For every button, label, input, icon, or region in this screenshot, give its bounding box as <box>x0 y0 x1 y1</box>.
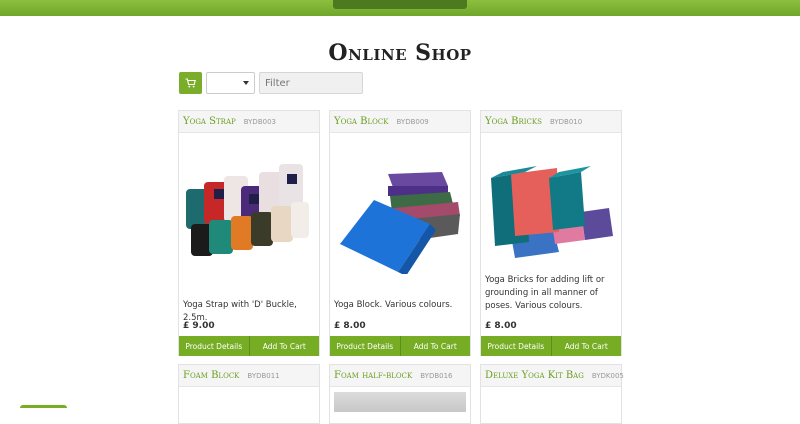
product-details-button[interactable]: Product Details <box>330 336 401 356</box>
product-code: BYDB010 <box>549 117 583 126</box>
product-card-foam-half-block: Foam half-block BYDB016 <box>329 364 471 424</box>
cart-icon <box>185 78 196 88</box>
product-price: £ 9.00 <box>183 321 215 331</box>
product-image-yoga-block[interactable] <box>330 134 470 274</box>
top-banner-button[interactable] <box>333 0 467 9</box>
product-actions: Product Details Add To Cart <box>179 336 319 356</box>
product-price: £ 8.00 <box>334 321 366 331</box>
add-to-cart-button[interactable]: Add To Cart <box>400 336 470 356</box>
product-image-foam-half-block[interactable] <box>334 392 466 412</box>
product-actions: Product Details Add To Cart <box>481 336 621 356</box>
filter-input[interactable] <box>259 72 363 94</box>
product-code: BYDB016 <box>420 371 453 380</box>
product-name[interactable]: Yoga Block <box>334 116 389 127</box>
product-details-button[interactable]: Product Details <box>179 336 250 356</box>
product-details-button[interactable]: Product Details <box>481 336 552 356</box>
product-card-yoga-bricks: Yoga Bricks BYDB010 Yoga Bricks for addi… <box>480 110 622 356</box>
page-title: Online Shop <box>328 40 472 66</box>
product-card-header: Yoga Bricks BYDB010 <box>481 111 621 133</box>
cart-button[interactable] <box>179 72 202 94</box>
product-name[interactable]: Yoga Strap <box>183 116 236 127</box>
product-code: BYDB011 <box>247 371 280 380</box>
product-name[interactable]: Deluxe Yoga Kit Bag <box>485 370 584 381</box>
product-card-yoga-strap: Yoga Strap BYDB003 Yoga Strap with 'D' B… <box>178 110 320 356</box>
product-card-yoga-block: Yoga Block BYDB009 Yoga Block. Various c… <box>329 110 471 356</box>
product-name[interactable]: Foam Block <box>183 370 239 381</box>
product-image-yoga-strap[interactable] <box>179 134 319 274</box>
product-image-yoga-bricks[interactable] <box>481 134 621 274</box>
product-code: BYDB003 <box>243 117 276 126</box>
add-to-cart-button[interactable]: Add To Cart <box>249 336 319 356</box>
product-card-header: Foam half-block BYDB016 <box>330 365 470 387</box>
product-card-header: Foam Block BYDB011 <box>179 365 319 387</box>
product-card-header: Deluxe Yoga Kit Bag BYDK005 <box>481 365 624 387</box>
product-card-foam-block: Foam Block BYDB011 <box>178 364 320 424</box>
product-price: £ 8.00 <box>485 321 517 331</box>
product-code: BYDB009 <box>396 117 429 126</box>
chevron-down-icon <box>243 81 249 85</box>
product-name[interactable]: Yoga Bricks <box>485 116 542 127</box>
product-description: Yoga Block. Various colours. <box>334 300 453 310</box>
category-select[interactable] <box>206 72 255 94</box>
product-code: BYDK005 <box>591 371 624 380</box>
add-to-cart-button[interactable]: Add To Cart <box>551 336 621 356</box>
product-name[interactable]: Foam half-block <box>334 370 412 381</box>
product-description: Yoga Bricks for adding lift or grounding… <box>485 275 605 311</box>
product-actions: Product Details Add To Cart <box>330 336 470 356</box>
product-card-deluxe-yoga-kit-bag: Deluxe Yoga Kit Bag BYDK005 <box>480 364 624 424</box>
product-card-header: Yoga Strap BYDB003 <box>179 111 319 133</box>
product-card-header: Yoga Block BYDB009 <box>330 111 470 133</box>
